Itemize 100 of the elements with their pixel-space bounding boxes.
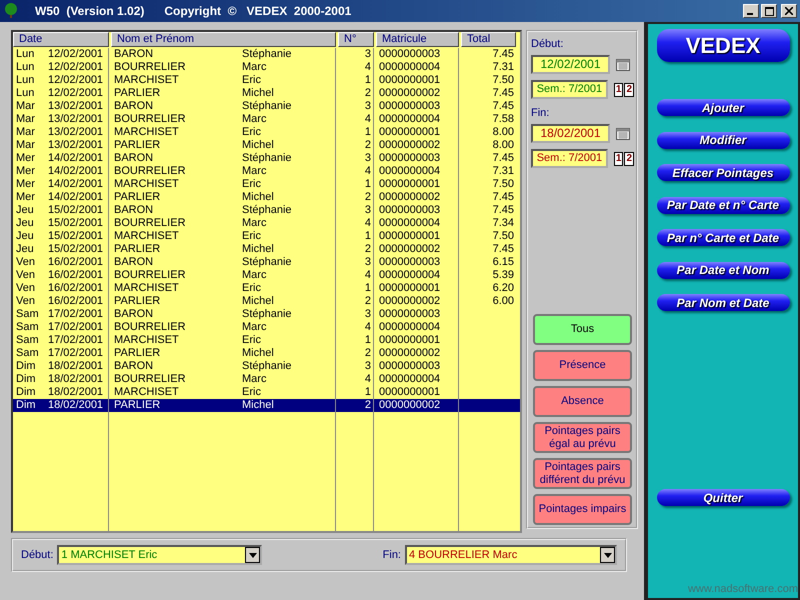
table-cell: 0000000004 [379,321,440,334]
table-cell: Eric [242,230,261,243]
table-row[interactable]: Mer 14/02/2001 BOURRELIER Marc 4 0000000004 7.31 [13,165,520,178]
filter-button[interactable]: Pointages pairs égal au prévu [533,422,632,453]
table-cell: 2 [364,347,371,360]
table-cell-text: BARON [114,360,154,373]
table-row[interactable]: Lun 12/02/2001 BARON Stéphanie 3 0000000003 7.45 [13,48,520,61]
quit-button[interactable]: Quitter [656,489,790,506]
filter-button[interactable]: Tous [533,314,632,345]
table-row[interactable]: Lun 12/02/2001 MARCHISET Eric 1 0000000001 7.50 [13,74,520,87]
logo-button[interactable]: VEDEX [656,29,790,62]
table-cell: Marc [242,269,266,282]
action-button[interactable]: Par Nom et Date [656,294,790,311]
table-cell-text: BARON [114,256,154,269]
table-cell-text: Ven [16,282,36,295]
column-header[interactable]: Total [461,32,516,47]
week-field[interactable]: Sem.: 7/2001 [531,149,608,168]
table-cell-text: Mar [16,100,36,113]
action-button[interactable]: Par Date et n° Carte [656,196,790,214]
table-cell: 0000000004 [379,217,440,230]
table-cell: 8.00 [492,126,514,139]
table-cell-text: Sam [16,308,40,321]
table-cell: 0000000004 [379,373,440,386]
table-row[interactable]: Sam 17/02/2001 BOURRELIER Marc 4 0000000004 [13,321,520,334]
table-row[interactable]: Mer 14/02/2001 PARLIER Michel 2 0000000002 7.45 [13,191,520,204]
filter-button[interactable]: Présence [533,350,632,381]
table-row[interactable]: Dim 18/02/2001 BOURRELIER Marc 4 0000000004 [13,373,520,386]
table-row[interactable]: Dim 18/02/2001 PARLIER Michel 2 0000000002 [13,399,520,412]
table-cell: 6.00 [492,295,514,308]
table-row[interactable]: Mar 13/02/2001 BARON Stéphanie 3 0000000003 7.45 [13,100,520,113]
table-cell: 3 [364,308,371,321]
date-field[interactable]: 18/02/2001 [531,124,610,143]
action-button[interactable]: Ajouter [656,99,790,116]
table-cell: 16/02/2001 [48,295,104,308]
table-cell: 1 [364,282,371,295]
table-cell: 3 [364,204,371,217]
table-cell-text: BOURRELIER [114,61,187,74]
week-field[interactable]: Sem.: 7/2001 [531,80,608,99]
table-cell: 0000000003 [379,152,440,165]
table-cell: Eric [242,334,261,347]
table-row[interactable]: Ven 16/02/2001 BOURRELIER Marc 4 0000000004 5.39 [13,269,520,282]
table-cell: Eric [242,178,261,191]
date-field[interactable]: 12/02/2001 [531,55,610,74]
filter-button[interactable]: Pointages pairs différent du prévu [533,458,632,489]
table-cell-text: BOURRELIER [114,217,187,230]
table-cell-text: Ven [16,295,36,308]
employee-combo[interactable]: 4 BOURRELIER Marc [405,545,617,565]
table-row[interactable]: Ven 16/02/2001 MARCHISET Eric 1 0000000001 6.20 [13,282,520,295]
calendar-icon[interactable] [616,128,630,140]
table-cell-text: Lun [16,87,36,100]
minimize-button[interactable] [743,4,759,18]
action-button[interactable]: Par n° Carte et Date [656,229,790,246]
combo-label: Fin: [382,549,401,561]
column-header[interactable]: Matricule [376,32,459,47]
table-cell: 13/02/2001 [48,139,104,152]
table-row[interactable]: Ven 16/02/2001 PARLIER Michel 2 0000000002 6.00 [13,295,520,308]
table-cell-text: Jeu [16,243,35,256]
table-cell: 16/02/2001 [48,282,104,295]
table-row[interactable]: Jeu 15/02/2001 BOURRELIER Marc 4 0000000004 7.34 [13,217,520,230]
table-cell: 0000000003 [379,204,440,217]
table-cell-text: MARCHISET [114,386,180,399]
column-header[interactable]: N° [338,32,374,47]
table-cell: 0000000001 [379,282,440,295]
table-cell: 16/02/2001 [48,269,104,282]
table-cell-text: BOURRELIER [114,165,187,178]
table-row[interactable]: Mar 13/02/2001 BOURRELIER Marc 4 0000000004 7.58 [13,113,520,126]
table-row[interactable]: Lun 12/02/2001 PARLIER Michel 2 0000000002 7.45 [13,87,520,100]
action-button[interactable]: Effacer Pointages [656,164,790,181]
table-row[interactable]: Mer 14/02/2001 BARON Stéphanie 3 0000000003 7.45 [13,152,520,165]
table-row[interactable]: Sam 17/02/2001 BARON Stéphanie 3 0000000003 [13,308,520,321]
column-header[interactable]: Date [13,32,109,47]
filter-button[interactable]: Pointages impairs [533,494,632,525]
table-row[interactable]: Sam 17/02/2001 PARLIER Michel 2 0000000002 [13,347,520,360]
table-cell: 0000000003 [379,360,440,373]
action-button[interactable]: Modifier [656,132,790,148]
table-row[interactable]: Jeu 15/02/2001 BARON Stéphanie 3 0000000003 7.45 [13,204,520,217]
action-button[interactable]: Par Date et Nom [656,262,790,278]
table-cell: 2 [364,399,371,412]
column-header[interactable]: Nom et Prénom [111,32,336,47]
table-cell: 0000000003 [379,100,440,113]
table-row[interactable]: Dim 18/02/2001 BARON Stéphanie 3 0000000003 [13,360,520,373]
close-button[interactable] [781,4,797,18]
table-cell: Michel [242,87,274,100]
employee-combo[interactable]: 1 MARCHISET Eric [57,545,262,565]
table-cell: 17/02/2001 [48,334,104,347]
calendar-icon[interactable] [616,58,630,70]
table-row[interactable]: Mar 13/02/2001 MARCHISET Eric 1 0000000001 8.00 [13,126,520,139]
table-cell-text: Ven [16,256,36,269]
table-cell: 12/02/2001 [48,87,104,100]
table-row[interactable]: Sam 17/02/2001 MARCHISET Eric 1 0000000001 [13,334,520,347]
filter-button[interactable]: Absence [533,386,632,417]
table-cell: 3 [364,152,371,165]
table-cell: 17/02/2001 [48,308,104,321]
table-row[interactable]: Lun 12/02/2001 BOURRELIER Marc 4 0000000004 7.31 [13,61,520,74]
table-row[interactable]: Jeu 15/02/2001 MARCHISET Eric 1 0000000001 7.50 [13,230,520,243]
table-row[interactable]: Mar 13/02/2001 PARLIER Michel 2 0000000002 8.00 [13,139,520,152]
maximize-button[interactable] [761,4,777,18]
table-row[interactable]: Jeu 15/02/2001 PARLIER Michel 2 0000000002 7.45 [13,243,520,256]
table-row[interactable]: Ven 16/02/2001 BARON Stéphanie 3 0000000003 6.15 [13,256,520,269]
table-row[interactable]: Mer 14/02/2001 MARCHISET Eric 1 0000000001 7.50 [13,178,520,191]
